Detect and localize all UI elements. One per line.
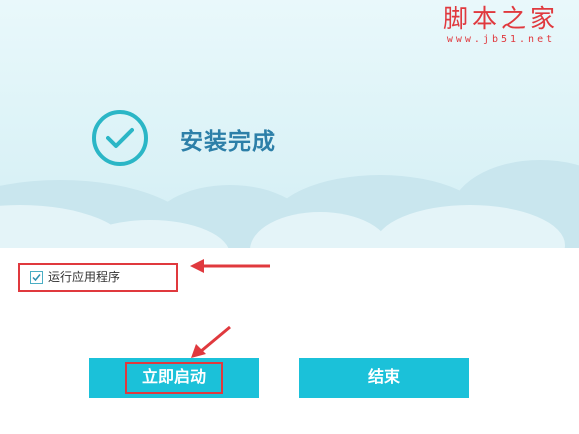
annotation-arrow-icon <box>190 259 270 273</box>
start-now-button[interactable]: 立即启动 <box>89 358 259 398</box>
header-banner: 脚本之家 www.jb51.net 安装完成 <box>0 0 579 248</box>
watermark: 脚本之家 www.jb51.net <box>443 4 559 46</box>
finish-button[interactable]: 结束 <box>299 358 469 398</box>
checkbox-checked-icon[interactable] <box>30 271 43 284</box>
check-circle-icon <box>92 110 148 166</box>
run-app-label[interactable]: 运行应用程序 <box>48 269 120 285</box>
run-app-option[interactable]: 运行应用程序 <box>18 263 178 292</box>
install-complete-title: 安装完成 <box>180 129 276 155</box>
watermark-url: www.jb51.net <box>446 34 556 45</box>
start-now-label: 立即启动 <box>125 362 223 394</box>
watermark-title: 脚本之家 <box>442 4 559 33</box>
annotation-arrow-icon <box>191 325 231 358</box>
